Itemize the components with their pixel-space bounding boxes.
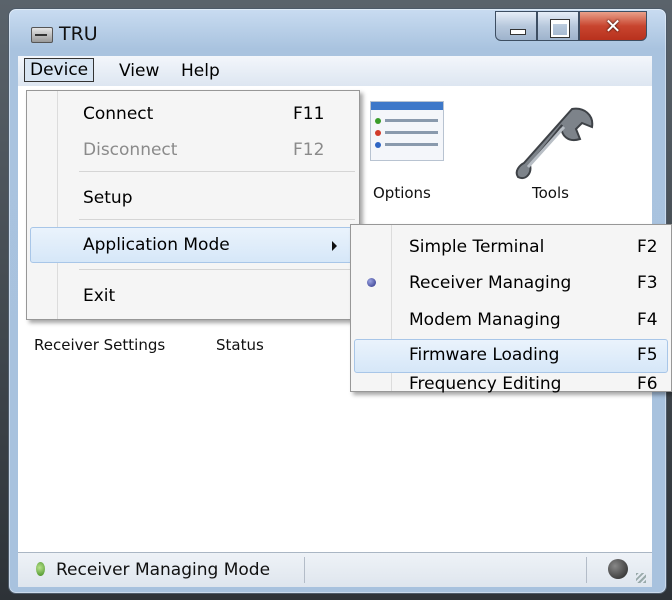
tools-label[interactable]: Tools (532, 184, 569, 202)
menu-item-connect[interactable]: Connect F11 (27, 97, 359, 133)
status-bar: Receiver Managing Mode (18, 552, 652, 587)
tools-icon[interactable] (510, 103, 600, 193)
app-icon (31, 27, 53, 43)
resize-grip-icon[interactable] (636, 573, 646, 583)
globe-icon (608, 559, 628, 579)
menu-item-modem-managing[interactable]: Modem Managing F4 (351, 304, 671, 337)
menu-help[interactable]: Help (176, 60, 225, 82)
menu-item-firmware-loading[interactable]: Firmware Loading F5 (351, 339, 671, 372)
selected-bullet-icon (367, 278, 376, 287)
status-indicator-icon (36, 562, 45, 576)
menu-item-application-mode[interactable]: Application Mode (27, 228, 359, 264)
device-menu: Connect F11 Disconnect F12 Setup Applica… (26, 90, 360, 320)
menu-item-simple-terminal[interactable]: Simple Terminal F2 (351, 231, 671, 264)
title-bar[interactable]: TRU ✕ (9, 9, 666, 57)
status-label[interactable]: Status (216, 336, 264, 354)
receiver-settings-label[interactable]: Receiver Settings (34, 336, 165, 354)
close-button[interactable]: ✕ (579, 11, 647, 41)
status-text: Receiver Managing Mode (56, 560, 271, 580)
window-title: TRU (59, 23, 98, 45)
minimize-button[interactable] (495, 11, 537, 41)
options-icon[interactable] (370, 101, 444, 161)
application-mode-submenu: Simple Terminal F2 Receiver Managing F3 … (350, 224, 672, 394)
submenu-arrow-icon (332, 241, 337, 251)
menu-device[interactable]: Device (24, 58, 95, 82)
menu-item-exit[interactable]: Exit (27, 279, 359, 315)
menu-item-setup[interactable]: Setup (27, 181, 359, 217)
close-icon: ✕ (604, 14, 622, 38)
maximize-button[interactable] (537, 11, 579, 41)
menu-bar: Device View Help (18, 56, 652, 87)
menu-item-receiver-managing[interactable]: Receiver Managing F3 (351, 267, 671, 300)
options-label[interactable]: Options (373, 184, 431, 202)
menu-view[interactable]: View (114, 60, 164, 82)
menu-item-frequency-editing[interactable]: Frequency Editing F6 (351, 374, 671, 394)
menu-item-disconnect[interactable]: Disconnect F12 (27, 133, 359, 169)
